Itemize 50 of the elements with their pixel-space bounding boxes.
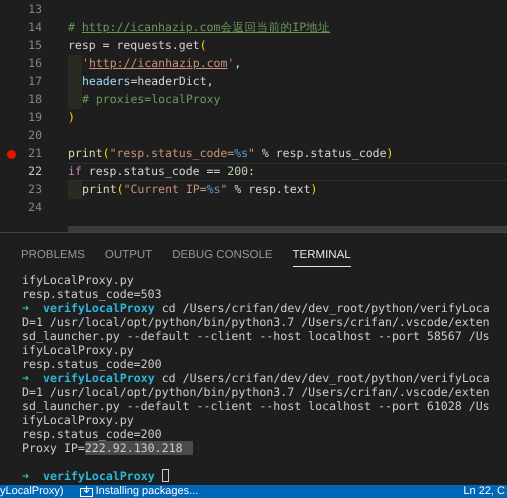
line-number: 23	[27, 181, 42, 198]
breakpoint-icon[interactable]	[6, 150, 16, 158]
terminal-line: ifyLocalProxy.py	[22, 413, 134, 427]
download-icon	[80, 486, 93, 497]
terminal-line: D=1 /usr/local/opt/python/bin/python3.7 /Users/crifan/.vscode/exten	[22, 315, 490, 329]
terminal-line: D=1 /usr/local/opt/python/bin/python3.7 /Users/crifan/.vscode/exten	[22, 385, 490, 399]
panel-tab[interactable]: OUTPUT	[104, 245, 152, 267]
code-line: )	[68, 109, 75, 126]
prompt-arrow: ➜	[22, 301, 30, 315]
code-line: 'http://icanhazip.com',	[82, 55, 242, 72]
prompt-arrow: ➜	[22, 469, 30, 483]
code-line: headers=headerDict,	[82, 73, 214, 90]
terminal-line: resp.status_code=200	[22, 427, 162, 441]
terminal-line: sd_launcher.py --default --client --host localhost --port 58567 /Us	[22, 329, 490, 343]
line-number: 13	[27, 1, 42, 18]
code-line: print("Current IP=%s" % resp.text)	[82, 181, 318, 198]
terminal-line: ifyLocalProxy.py	[22, 343, 134, 357]
terminal-command: cd /Users/crifan/dev/dev_root/python/verifyLoca	[162, 371, 490, 385]
line-number: 22	[27, 163, 42, 180]
code-line: resp = requests.get(	[68, 37, 206, 54]
line-number: 16	[27, 55, 42, 72]
code-line: # proxies=localProxy	[82, 91, 220, 108]
code-line: print("resp.status_code=%s" % resp.status_code)	[68, 145, 394, 162]
scrollbar[interactable]	[68, 226, 507, 232]
prompt-directory: verifyLocalProxy	[43, 469, 155, 483]
line-number: 20	[27, 127, 42, 144]
status-task: Installing packages...	[96, 485, 198, 498]
line-number: 24	[27, 199, 42, 216]
prompt-arrow: ➜	[22, 371, 30, 385]
terminal-command: cd /Users/crifan/dev/dev_root/python/verifyLoca	[162, 301, 490, 315]
line-number: 18	[27, 91, 42, 108]
status-item[interactable]: yLocalProxy)	[0, 485, 64, 498]
panel-tab[interactable]: PROBLEMS	[21, 245, 85, 267]
line-number: 15	[27, 37, 42, 54]
terminal-line: sd_launcher.py --default --client --host localhost --port 61028 /Us	[22, 399, 490, 413]
terminal-line: Proxy IP=222.92.130.218	[22, 441, 193, 455]
line-number: 17	[27, 73, 42, 90]
prompt-directory: verifyLocalProxy	[43, 371, 155, 385]
code-line: if resp.status_code == 200:	[68, 163, 255, 180]
panel-tab[interactable]: DEBUG CONSOLE	[172, 245, 273, 267]
terminal-line: resp.status_code=200	[22, 357, 162, 371]
prompt-directory: verifyLocalProxy	[43, 301, 155, 315]
panel-tab[interactable]: TERMINAL	[292, 245, 351, 267]
line-number: 19	[27, 109, 42, 126]
terminal-line: ifyLocalProxy.py	[22, 273, 134, 287]
cursor-position[interactable]: Ln 22, C	[463, 485, 507, 498]
terminal-line: resp.status_code=503	[22, 287, 162, 301]
code-line: # http://icanhazip.com会返回当前的IP地址	[68, 19, 330, 36]
line-number: 14	[27, 19, 42, 36]
line-number: 21	[27, 145, 42, 162]
